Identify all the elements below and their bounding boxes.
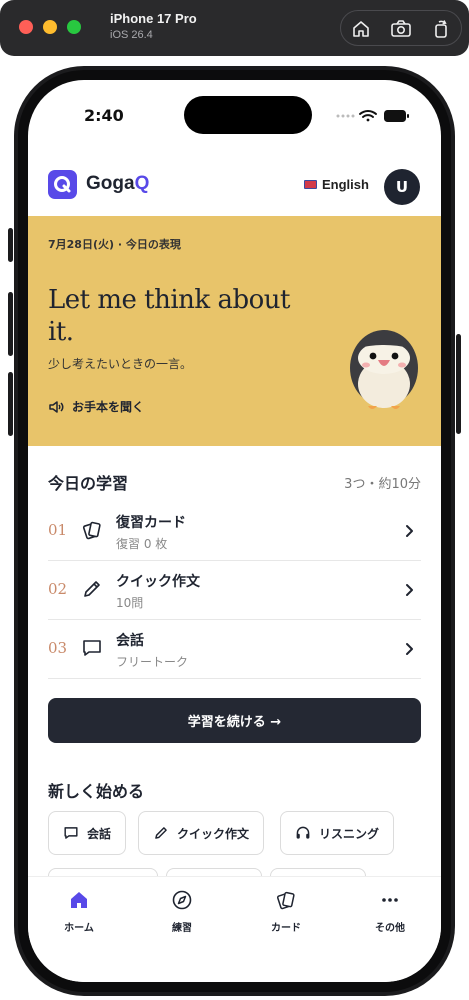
daily-phrase: Let me think about it. — [48, 285, 290, 347]
today-section-meta: 3つ・約10分 — [344, 477, 421, 492]
task-title: クイック作文 — [116, 574, 200, 590]
volume-down-button — [8, 372, 13, 436]
power-button — [456, 334, 461, 434]
status-icons — [334, 106, 414, 126]
tab-practice[interactable]: 練習 — [142, 889, 222, 934]
cards-icon — [82, 521, 101, 540]
start-listening-chip[interactable]: リスニング — [280, 811, 395, 855]
tab-label: その他 — [375, 923, 405, 934]
tab-home[interactable]: ホーム — [39, 889, 119, 934]
close-window-button[interactable] — [19, 20, 33, 34]
dynamic-island — [184, 96, 312, 134]
start-conversation-chip[interactable]: 会話 — [48, 811, 127, 855]
wifi-icon — [359, 110, 377, 122]
cards-icon — [276, 891, 295, 910]
task-title: 会話 — [116, 633, 144, 649]
chip-label: クイック作文 — [177, 826, 250, 841]
pencil-icon — [84, 581, 100, 597]
task-number: 02 — [48, 580, 68, 598]
tab-label: ホーム — [64, 923, 94, 934]
uk-flag-icon — [304, 179, 317, 189]
listen-label: お手本を聞く — [72, 400, 145, 414]
compass-icon — [172, 890, 192, 910]
volume-up-button — [8, 292, 13, 356]
tab-more[interactable]: その他 — [350, 889, 430, 934]
tab-cards[interactable]: カード — [246, 889, 326, 934]
chip-label: リスニング — [319, 826, 380, 841]
signal-icon — [336, 114, 355, 118]
chevron-right-icon — [406, 525, 413, 537]
chat-icon — [83, 640, 101, 656]
headphones-icon — [296, 826, 310, 839]
start-new-section-title: 新しく始める — [48, 782, 145, 801]
app-name-suffix: Q — [134, 173, 150, 194]
listen-button[interactable]: お手本を聞く — [48, 398, 144, 415]
task-row-quick-writing[interactable]: 02 クイック作文 10問 — [48, 561, 421, 620]
app-name-prefix: Goga — [86, 173, 135, 194]
more-icon — [382, 898, 398, 902]
task-row-review-cards[interactable]: 01 復習カード 復習 0 枚 — [48, 502, 421, 561]
tab-label: 練習 — [172, 923, 192, 934]
task-subtitle: 10問 — [116, 596, 144, 610]
rotate-device-icon[interactable] — [429, 17, 453, 41]
zoom-window-button[interactable] — [67, 20, 81, 34]
task-number: 03 — [48, 639, 68, 657]
battery-icon — [384, 110, 409, 122]
pencil-icon — [155, 827, 167, 839]
bottom-tab-bar: ホーム 練習 カード その他 — [28, 876, 441, 982]
app-name: GogaQ — [86, 173, 149, 195]
minimize-window-button[interactable] — [43, 20, 57, 34]
phrase-date-label: 7月28日(火) · 今日の表現 — [48, 238, 181, 251]
task-number: 01 — [48, 521, 68, 539]
simulator-toolbar: iPhone 17 Pro iOS 26.4 — [0, 0, 469, 56]
language-selector[interactable]: English — [304, 172, 369, 196]
phone-screen: 2:40 GogaQ English U 7月28日(火) · 今日の表現 Le… — [28, 80, 441, 982]
chat-icon — [64, 827, 78, 839]
app-header: GogaQ English U — [28, 156, 441, 214]
task-subtitle: 復習 0 枚 — [116, 537, 168, 551]
task-row-conversation[interactable]: 03 会話 フリートーク — [48, 620, 421, 679]
os-version: iOS 26.4 — [110, 29, 153, 41]
continue-learning-button[interactable]: 学習を続ける → — [48, 698, 421, 743]
speaker-icon — [49, 400, 64, 413]
task-subtitle: フリートーク — [116, 655, 189, 669]
screenshot-camera-icon[interactable] — [389, 17, 413, 41]
action-button — [8, 228, 13, 262]
chip-label: 会話 — [87, 826, 112, 841]
home-button-icon[interactable] — [349, 17, 373, 41]
device-name: iPhone 17 Pro — [110, 11, 197, 26]
status-time: 2:40 — [84, 106, 124, 125]
phrase-translation: 少し考えたいときの一言。 — [48, 357, 193, 371]
bird-mascot-icon — [350, 330, 418, 409]
daily-phrase-card: 7月28日(火) · 今日の表現 Let me think about it. … — [28, 216, 441, 446]
logo-icon — [48, 170, 77, 199]
task-title: 復習カード — [116, 515, 186, 531]
language-label: English — [322, 176, 369, 192]
start-quick-writing-chip[interactable]: クイック作文 — [138, 811, 265, 855]
chevron-right-icon — [406, 584, 413, 596]
home-icon — [71, 892, 87, 908]
tab-label: カード — [271, 923, 301, 934]
today-section-title: 今日の学習 — [48, 474, 129, 493]
chevron-right-icon — [406, 643, 413, 655]
simulator-tools — [340, 10, 462, 46]
avatar[interactable]: U — [384, 169, 420, 205]
